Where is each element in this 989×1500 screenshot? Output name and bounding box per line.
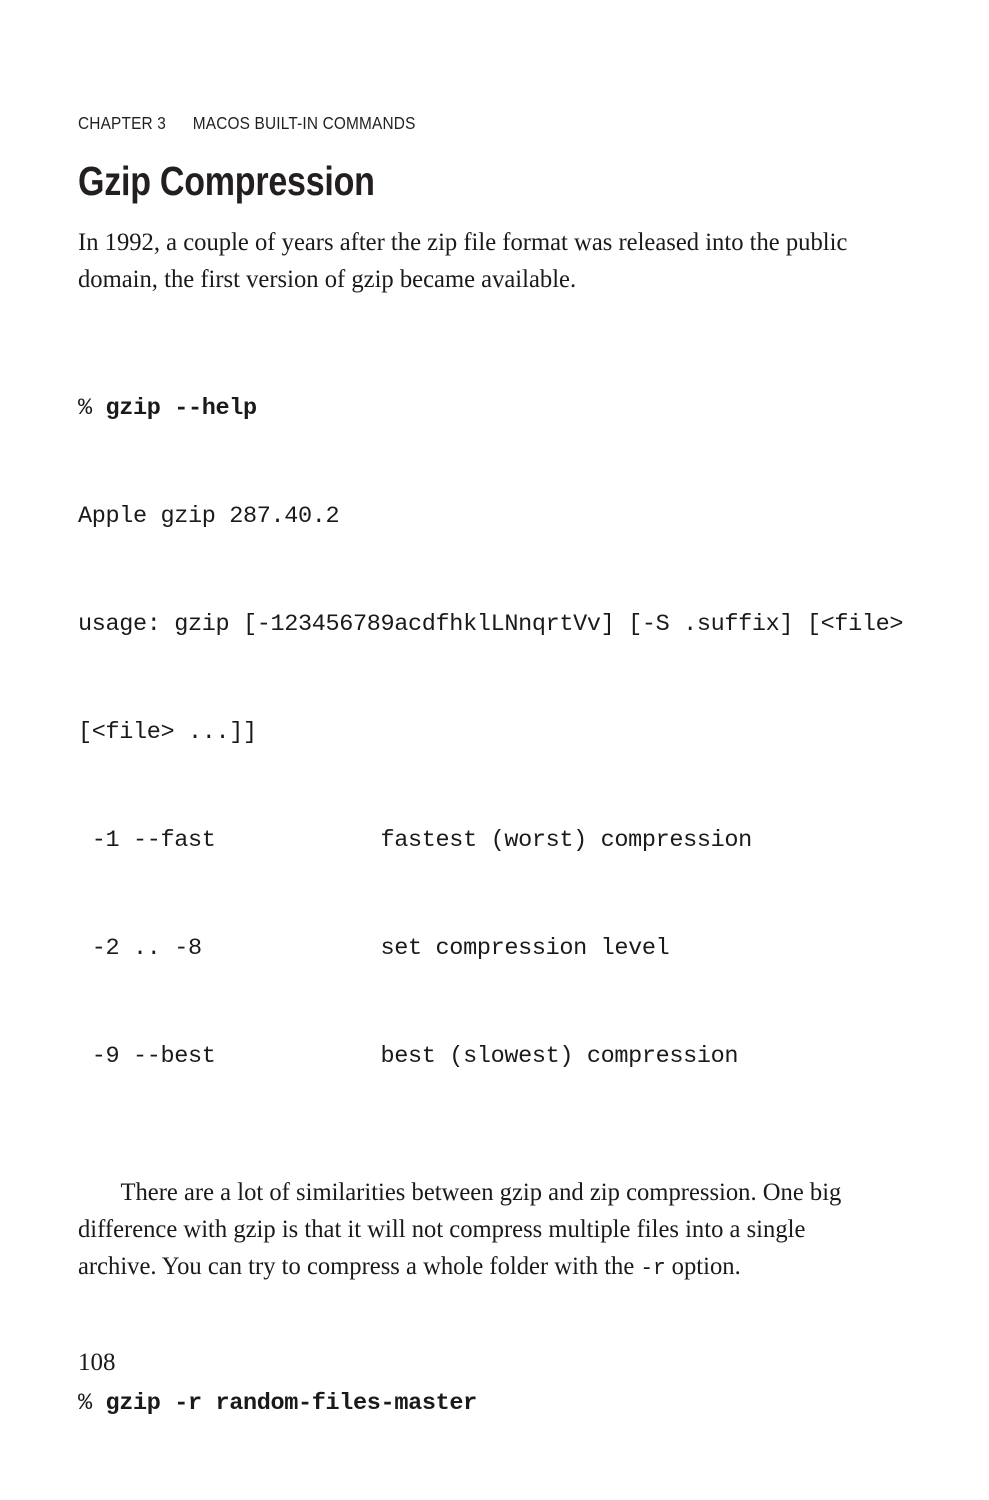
shell-command: gzip --help	[105, 395, 258, 422]
terminal-block-gzip-help: % gzip --help Apple gzip 287.40.2 usage:…	[78, 319, 904, 1147]
running-head: CHAPTER 3 MACOS BUILT-IN COMMANDS	[78, 113, 416, 133]
book-page: CHAPTER 3 MACOS BUILT-IN COMMANDS Gzip C…	[0, 0, 989, 1500]
terminal-output-line: usage: gzip [-123456789acdfhklLNnqrtVv] …	[78, 611, 904, 638]
shell-command: gzip -r random-files-master	[105, 1390, 478, 1417]
terminal-output-line: Apple gzip 287.40.2	[78, 503, 340, 530]
page-title: Gzip Compression	[78, 158, 375, 204]
terminal-output-line: -2 .. -8 set compression level	[78, 935, 670, 962]
page-number: 108	[78, 1349, 116, 1376]
paragraph-intro: In 1992, a couple of years after the zip…	[78, 227, 848, 293]
terminal-command-line: % gzip --help	[78, 391, 878, 427]
paragraph-text: option.	[665, 1251, 741, 1280]
terminal-block-gzip-r: % gzip -r random-files-master	[78, 1314, 878, 1494]
inline-code-option-r: -r	[640, 1256, 666, 1281]
paragraph-similarities: There are a lot of similarities between …	[78, 1173, 875, 1287]
terminal-command-line: % gzip -r random-files-master	[78, 1386, 878, 1422]
page-content: CHAPTER 3 MACOS BUILT-IN COMMANDS Gzip C…	[78, 0, 904, 1500]
terminal-output-line: -1 --fast fastest (worst) compression	[78, 827, 752, 854]
shell-prompt: %	[78, 395, 106, 422]
terminal-output-line: [<file> ...]]	[78, 719, 257, 746]
terminal-output-line: -9 --best best (slowest) compression	[78, 1043, 739, 1070]
shell-prompt: %	[78, 1390, 106, 1417]
